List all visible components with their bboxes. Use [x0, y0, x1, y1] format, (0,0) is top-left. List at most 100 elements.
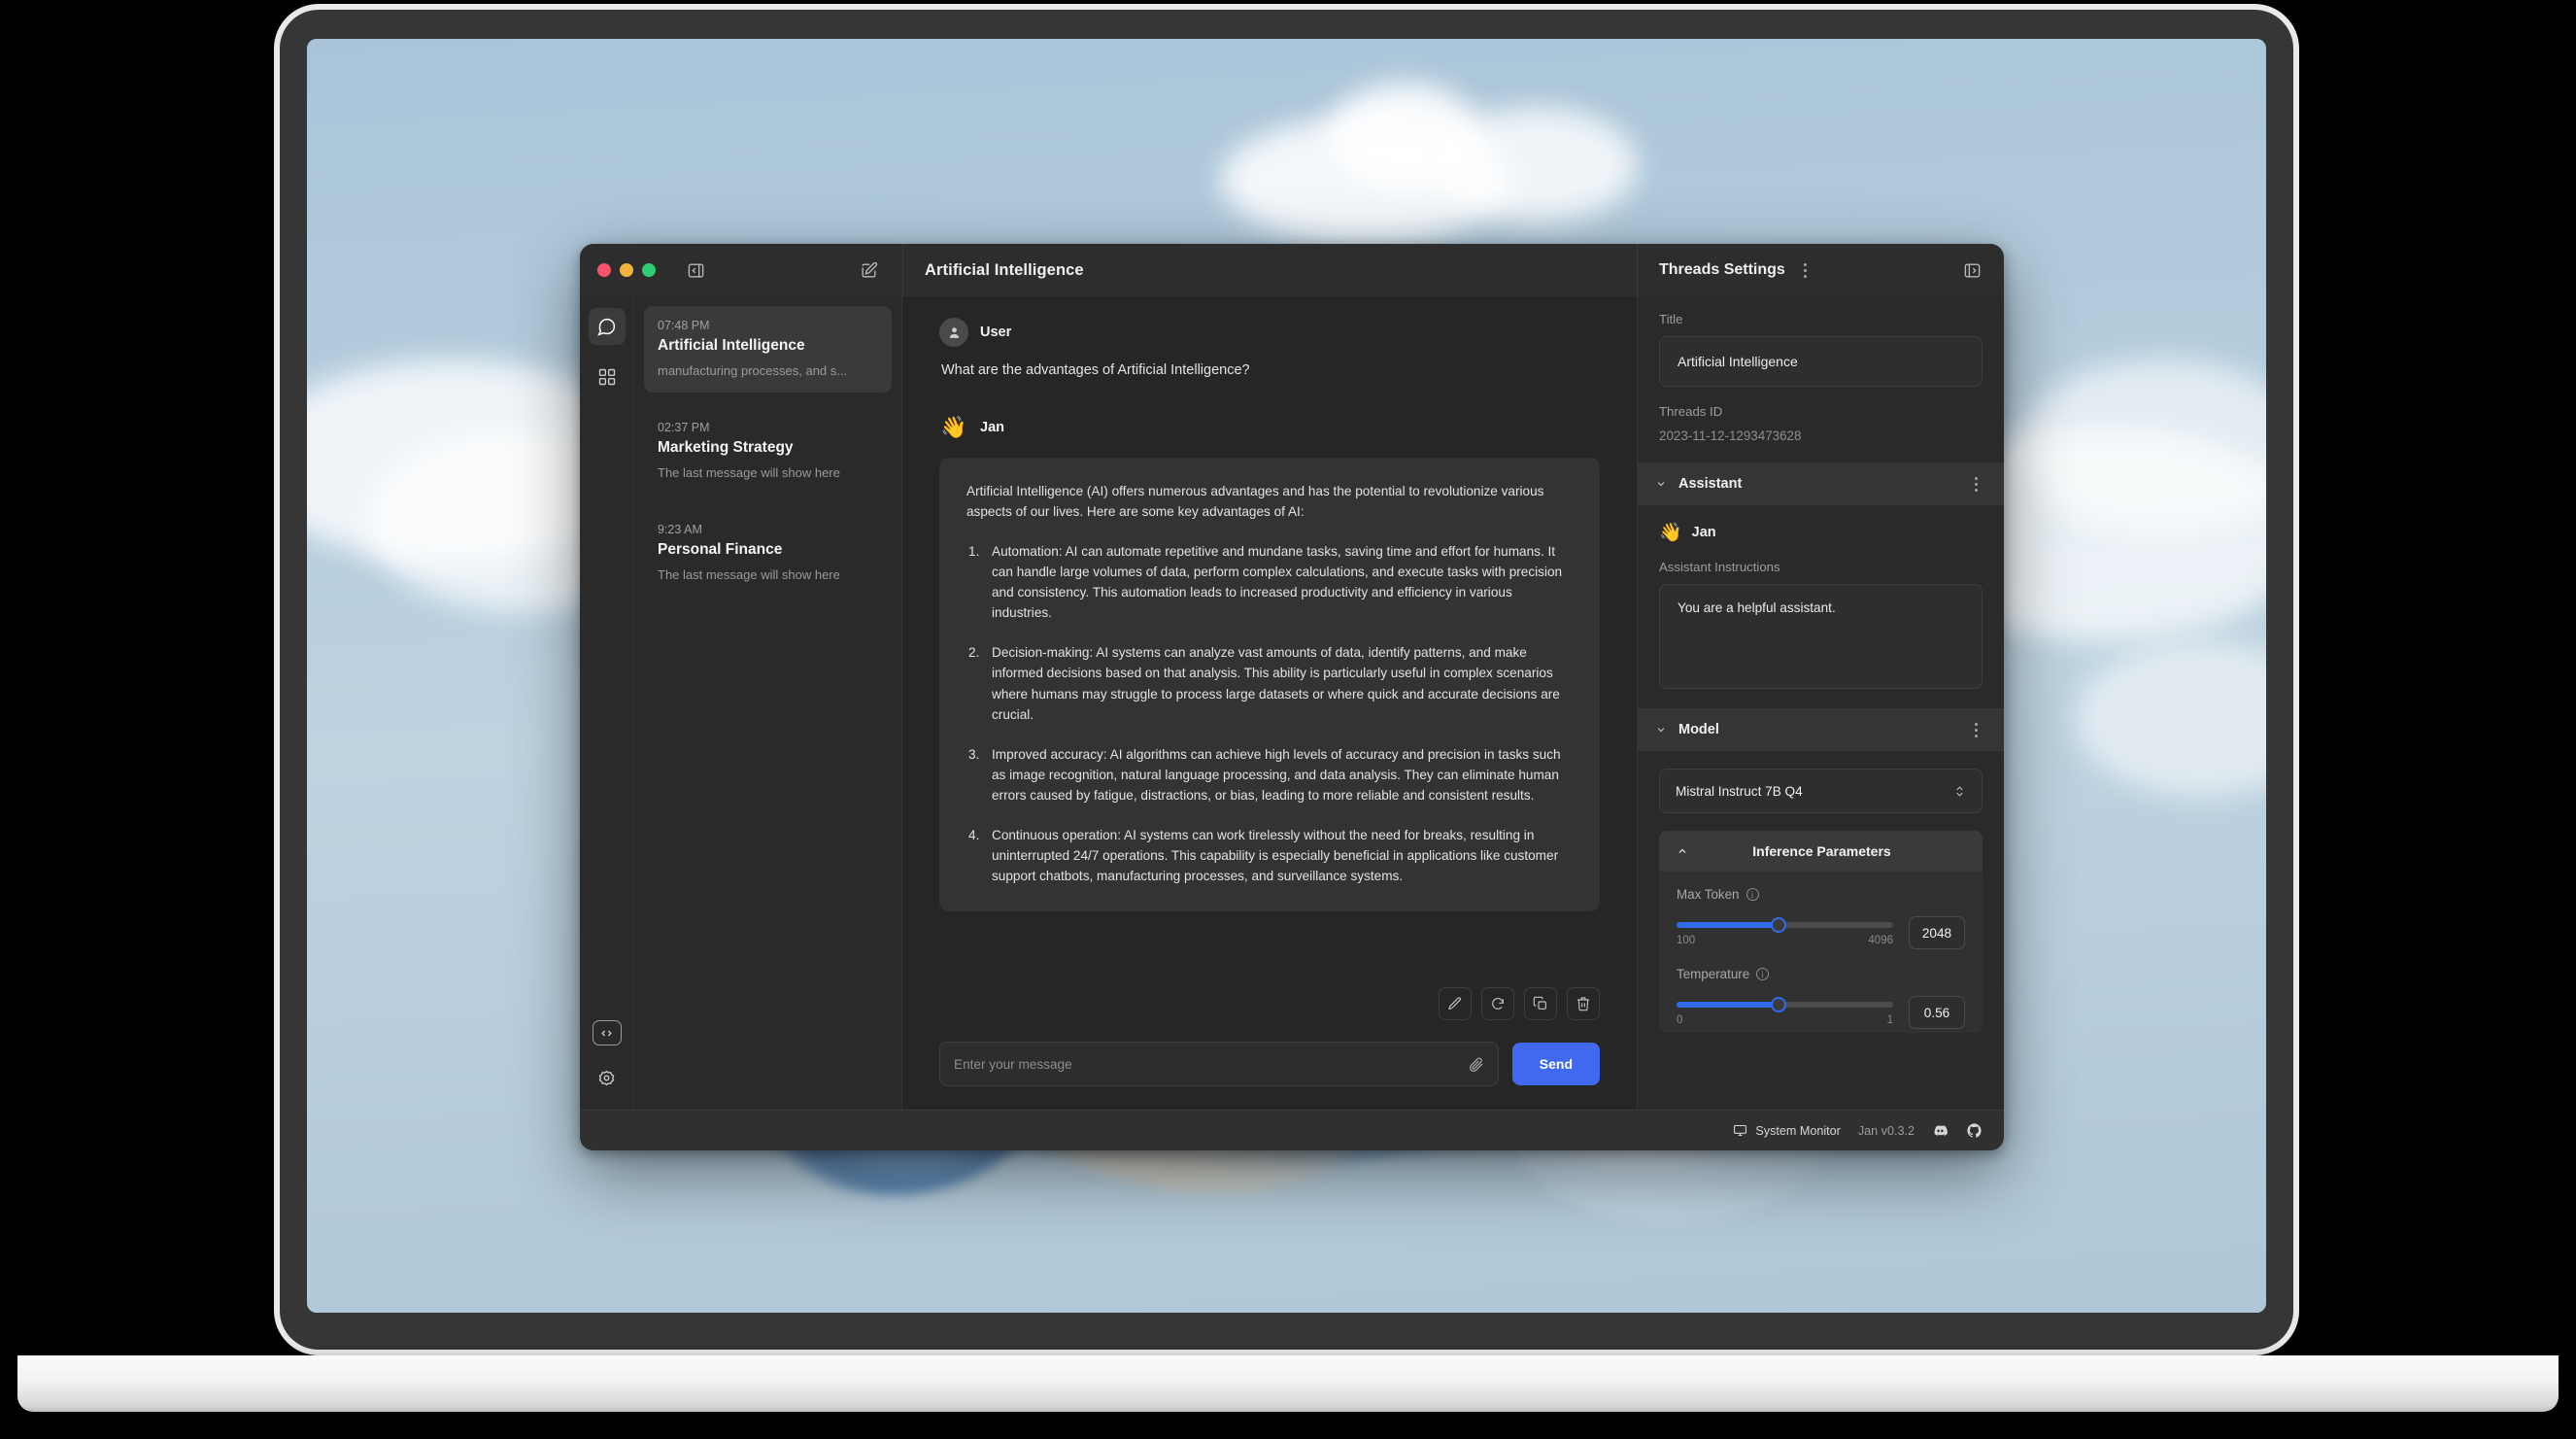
temperature-max: 1: [1886, 1014, 1893, 1026]
panel-left-collapse-icon[interactable]: [679, 254, 712, 287]
list-item: Continuous operation: AI systems can wor…: [968, 825, 1559, 883]
titlebar-right: Threads Settings: [1637, 244, 2004, 296]
laptop-screen: Artificial Intelligence Threads Settings: [307, 39, 2266, 1313]
scene: Artificial Intelligence Threads Settings: [0, 0, 2576, 1439]
wave-hand-avatar-icon: 👋: [940, 415, 967, 439]
laptop-bezel: Artificial Intelligence Threads Settings: [280, 10, 2293, 1350]
temperature-min: 0: [1677, 1014, 1683, 1026]
inference-parameters-header[interactable]: Inference Parameters: [1659, 831, 1983, 872]
icon-rail: [580, 296, 634, 1110]
thread-title-input[interactable]: Artificial Intelligence: [1659, 336, 1983, 387]
discord-icon[interactable]: [1932, 1122, 1949, 1139]
inference-parameters-card: Inference Parameters Max Token i 100 409…: [1659, 831, 1983, 1033]
max-token-min: 100: [1677, 935, 1696, 946]
param-temperature: Temperature i 0 1 0.56: [1659, 953, 1983, 1033]
titlebar-center: Artificial Intelligence: [902, 244, 1637, 296]
window-body: 07:48 PM Artificial Intelligence manufac…: [580, 296, 2004, 1110]
copy-icon[interactable]: [1524, 987, 1557, 1020]
status-bar: System Monitor Jan v0.3.2: [580, 1110, 2004, 1150]
chevron-down-icon: [1655, 478, 1667, 490]
model-section-title: Model: [1678, 722, 1719, 737]
window-titlebar: Artificial Intelligence Threads Settings: [580, 244, 2004, 296]
list-item: Improved accuracy: AI algorithms can ach…: [968, 744, 1561, 803]
title-label: Title: [1659, 312, 1683, 326]
thread-snippet: manufacturing processes, and s...: [658, 363, 848, 378]
message-action-bar: [902, 970, 1637, 1020]
system-monitor-button[interactable]: System Monitor: [1733, 1123, 1841, 1138]
max-token-value-input[interactable]: 2048: [1909, 916, 1965, 949]
pencil-icon[interactable]: [1439, 987, 1472, 1020]
chevron-up-icon: [1677, 845, 1688, 857]
chevron-up-down-icon: [1953, 784, 1966, 799]
refresh-icon[interactable]: [1481, 987, 1514, 1020]
assistant-name-label: Jan: [1691, 525, 1716, 540]
system-monitor-label: System Monitor: [1755, 1123, 1841, 1138]
max-token-slider[interactable]: [1677, 917, 1893, 933]
temperature-slider[interactable]: [1677, 997, 1893, 1012]
user-name: User: [980, 325, 1012, 340]
assistant-instructions-textarea[interactable]: You are a helpful assistant.: [1659, 584, 1983, 689]
temperature-label: Temperature: [1677, 967, 1750, 981]
page-title: Artificial Intelligence: [925, 260, 1084, 279]
thread-item[interactable]: 07:48 PM Artificial Intelligence manufac…: [644, 306, 892, 393]
thread-title: Marketing Strategy: [658, 439, 794, 456]
assistant-kebab-menu-icon[interactable]: [1965, 476, 1986, 492]
send-button[interactable]: Send: [1511, 1043, 1600, 1085]
message-composer: Send: [902, 1020, 1637, 1110]
minimize-window-button[interactable]: [620, 263, 633, 277]
model-selected-value: Mistral Instruct 7B Q4: [1676, 783, 1803, 799]
assistant-intro-text: Artificial Intelligence (AI) offers nume…: [966, 484, 1544, 520]
thread-snippet: The last message will show here: [658, 567, 840, 582]
info-icon[interactable]: i: [1746, 888, 1759, 901]
model-select-dropdown[interactable]: Mistral Instruct 7B Q4: [1659, 769, 1983, 813]
thread-item[interactable]: 9:23 AM Personal Finance The last messag…: [644, 510, 892, 597]
chat-scroll-area[interactable]: User What are the advantages of Artifici…: [902, 296, 1637, 970]
window-controls[interactable]: [597, 263, 656, 277]
paperclip-icon[interactable]: [1468, 1056, 1484, 1073]
info-icon[interactable]: i: [1756, 968, 1770, 980]
github-icon[interactable]: [1966, 1122, 1983, 1139]
model-kebab-menu-icon[interactable]: [1965, 722, 1986, 737]
maximize-window-button[interactable]: [642, 263, 656, 277]
thread-title: Personal Finance: [658, 541, 783, 558]
inference-parameters-title: Inference Parameters: [1752, 843, 1891, 859]
chevron-down-icon: [1655, 724, 1667, 736]
thread-title: Artificial Intelligence: [658, 337, 805, 354]
threads-settings-kebab-menu-icon[interactable]: [1795, 262, 1816, 278]
user-message-header: User: [939, 318, 1600, 347]
threads-id-label: Threads ID: [1659, 404, 1723, 419]
thread-time: 9:23 AM: [658, 523, 702, 536]
model-section-header[interactable]: Model: [1638, 708, 2004, 751]
laptop-base: [17, 1355, 2559, 1412]
threads-id-value: 2023-11-12-1293473628: [1659, 428, 1802, 443]
list-item: Decision-making: AI systems can analyze …: [968, 642, 1560, 722]
assistant-section-header[interactable]: Assistant: [1638, 463, 2004, 505]
assistant-message-bubble: Artificial Intelligence (AI) offers nume…: [939, 458, 1600, 911]
thread-snippet: The last message will show here: [658, 465, 840, 480]
compose-pencil-square-icon[interactable]: [852, 254, 885, 287]
app-version-label: Jan v0.3.2: [1857, 1123, 1915, 1138]
threads-id-group: Threads ID 2023-11-12-1293473628: [1638, 387, 2004, 443]
titlebar-left: [580, 244, 902, 296]
panel-right-collapse-icon[interactable]: [1955, 254, 1988, 287]
sidebar-item-hub[interactable]: [589, 359, 626, 395]
assistant-section-title: Assistant: [1678, 476, 1743, 492]
max-token-label: Max Token: [1677, 887, 1740, 902]
search-input message-input[interactable]: [954, 1056, 1468, 1072]
max-token-max: 4096: [1868, 935, 1893, 946]
sidebar-item-chat[interactable]: [588, 308, 626, 345]
threads-settings-title: Threads Settings: [1659, 261, 1785, 278]
temperature-value-input[interactable]: 0.56: [1909, 996, 1965, 1029]
gear-icon[interactable]: [589, 1059, 626, 1096]
assistant-advantages-list: Automation: AI can automate repetitive a…: [966, 541, 1573, 886]
thread-time: 07:48 PM: [658, 319, 710, 332]
message-input-wrapper[interactable]: [939, 1042, 1499, 1086]
param-max-token: Max Token i 100 4096 2048: [1659, 872, 1983, 953]
thread-item[interactable]: 02:37 PM Marketing Strategy The last mes…: [644, 408, 892, 495]
close-window-button[interactable]: [597, 263, 611, 277]
assistant-identity-row: 👋 Jan: [1638, 505, 2004, 548]
thread-time: 02:37 PM: [658, 421, 710, 434]
code-brackets-icon[interactable]: [592, 1020, 622, 1045]
trash-icon[interactable]: [1567, 987, 1600, 1020]
threads-list: 07:48 PM Artificial Intelligence manufac…: [634, 296, 902, 1110]
